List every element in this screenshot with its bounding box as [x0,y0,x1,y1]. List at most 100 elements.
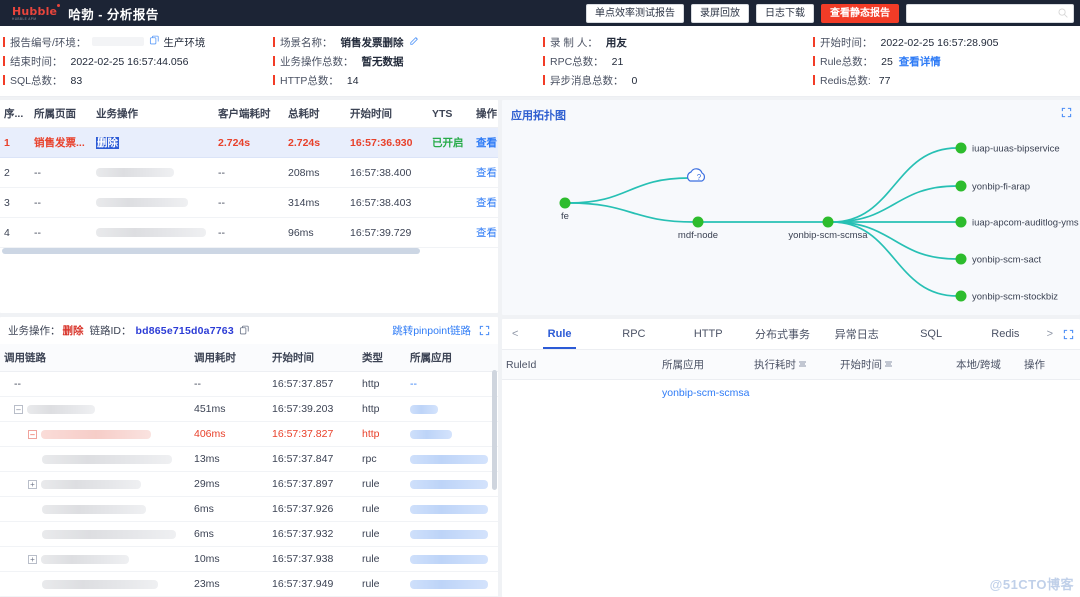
top-bar: Hubble HUBBLE APM 哈勃 - 分析报告 单点效率测试报告 录屏回… [0,0,1080,26]
topology-expand-icon[interactable] [1061,107,1072,118]
log-download-button[interactable]: 日志下载 [756,3,814,23]
search-input[interactable] [912,7,1058,19]
tab-rpc[interactable]: RPC [597,319,671,349]
table-row[interactable]: 3 -- -- 314ms 16:57:38.403 查看 [0,187,498,218]
expand-icon[interactable] [479,325,490,336]
field-value: 77 [878,75,891,87]
trace-app-cell[interactable] [406,496,498,522]
trace-app-cell[interactable] [406,521,498,547]
expand-toggle[interactable]: + [28,554,37,564]
trace-app-cell[interactable] [406,471,498,497]
trace-type-cell: http [358,396,406,422]
field-value: 14 [346,75,359,87]
topology-node[interactable]: iuap-apcom-auditlog-yms [955,216,1079,229]
rule-row[interactable]: yonbip-scm-scmsa29ms16:57:37.897本地sql详情R… [502,379,1080,597]
view-static-report-button[interactable]: 查看静态报告 [821,3,899,23]
trace-row[interactable]: 6ms 16:57:37.932 rule [0,521,498,547]
trace-name-cell [0,521,190,547]
trace-row[interactable]: +29ms 16:57:37.897 rule [0,471,498,497]
report-summary-panel: 报告编号/环境： 生产环境 场景名称： 销售发票删除 录 制 人： 用友 开始时… [0,26,1080,97]
table-cell: -- [30,157,92,188]
tab-prev-arrow[interactable]: < [508,328,522,340]
trace-app-cell[interactable]: -- [406,371,498,397]
field-label: 异步消息总数： [550,75,624,87]
search-box[interactable] [906,3,1074,23]
column-header-3: 客户端耗时 [214,100,284,128]
summary-row-1: 报告编号/环境： 生产环境 场景名称： 销售发票删除 录 制 人： 用友 开始时… [0,33,1080,52]
trace-row[interactable]: – 451ms 16:57:39.203 http [0,396,498,422]
trace-app-cell[interactable] [406,546,498,572]
trace-type-cell: rule [358,521,406,547]
topology-node[interactable]: yonbip-scm-stockbiz [955,290,1059,303]
column-header-0: 序... [0,100,30,128]
trace-app-cell[interactable] [406,446,498,472]
trace-app-cell[interactable] [406,396,498,422]
trace-start-cell: 16:57:37.847 [268,446,358,472]
tab-rule[interactable]: Rule [522,319,596,349]
field-label: SQL总数： [10,75,63,87]
field-label: RPC总数： [550,56,604,68]
business-operations-card: 序... 所属页面 业务操作 客户端耗时 总耗时 开始时间 YTS 操作 1 销售发票... 删除… [0,100,498,313]
trace-row[interactable]: – 406ms 16:57:37.827 http [0,421,498,447]
topology-node[interactable]: iuap-uuas-bipservice [955,142,1060,155]
trace-app-cell[interactable] [406,421,498,447]
field-recorder: 录 制 人： 用友 [540,35,810,50]
topology-node[interactable]: mdf-node [678,216,718,242]
column-header-3[interactable]: 开始时间 [836,350,952,380]
vertical-scrollbar[interactable] [492,370,497,490]
view-action-cell[interactable]: 查看 [472,217,498,248]
view-detail-link[interactable]: 查看详情 [899,54,941,69]
field-sql-total: SQL总数： 83 [0,73,270,88]
tab-sql[interactable]: SQL [894,319,968,349]
left-column: 序... 所属页面 业务操作 客户端耗时 总耗时 开始时间 YTS 操作 1 销售发票... 删除… [0,100,498,597]
topology-graph[interactable]: ? fe mdf-node yonbip-scm-scmsa iuap-uuas-bip… [502,100,1080,315]
copy-trace-id-icon[interactable] [239,325,250,336]
trace-app-cell[interactable] [406,571,498,597]
view-action-cell[interactable]: 查看 [472,157,498,188]
view-action-cell[interactable]: 查看 [472,187,498,218]
sort-icon[interactable] [798,359,807,372]
collapse-toggle[interactable]: – [28,429,37,439]
table-row[interactable]: 1 销售发票... 删除 2.724s 2.724s 16:57:36.930 已开启 查看 [0,127,498,158]
copy-icon[interactable] [149,35,160,46]
logo-dot-icon [57,3,61,7]
single-point-report-button[interactable]: 单点效率测试报告 [586,3,684,23]
table-row[interactable]: 4 -- -- 96ms 16:57:39.729 查看 [0,217,498,248]
rule-table: RuleId 所属应用 执行耗时 开始时间 本地/跨域 操作 yonbip-scm-scm… [502,350,1080,597]
field-value: 2022-02-25 16:57:28.905 [880,37,999,49]
collapse-toggle[interactable]: – [14,404,23,414]
trace-type-cell: http [358,371,406,397]
horizontal-scrollbar[interactable] [0,248,498,254]
rule-table-wrapper: RuleId 所属应用 执行耗时 开始时间 本地/跨域 操作 yonbip-scm-scm… [502,350,1080,597]
tab-next-arrow[interactable]: > [1043,328,1057,340]
topology-node[interactable]: fe [559,197,571,223]
topology-node[interactable]: yonbip-fi-arap [955,180,1031,193]
table-row[interactable]: 2 -- -- 208ms 16:57:38.400 查看 [0,157,498,188]
rule-app-cell[interactable]: yonbip-scm-scmsa [658,380,1080,597]
trace-row[interactable]: 6ms 16:57:37.926 rule [0,496,498,522]
view-action-cell[interactable]: 查看 [472,127,498,158]
trace-row[interactable]: -- -- 16:57:37.857 http -- [0,371,498,397]
trace-row[interactable]: +10ms 16:57:37.938 rule [0,546,498,572]
tab-分布式事务[interactable]: 分布式事务 [745,319,819,349]
trace-row[interactable]: 13ms 16:57:37.847 rpc [0,446,498,472]
column-header-2[interactable]: 执行耗时 [750,350,836,380]
table-header-row: 调用链路 调用耗时 开始时间 类型 所属应用 [0,344,498,372]
trace-type-cell: rpc [358,446,406,472]
tab-异常日志[interactable]: 异常日志 [820,319,894,349]
tab-http[interactable]: HTTP [671,319,745,349]
app-logo: Hubble HUBBLE APM [8,3,61,23]
edit-icon[interactable] [409,35,420,46]
expand-toggle[interactable]: + [28,479,37,489]
topology-edge [568,202,695,223]
topology-node[interactable]: yonbip-scm-sact [955,253,1042,266]
pinpoint-link[interactable]: 跳转pinpoint链路 [392,323,471,338]
sort-icon[interactable] [884,359,893,372]
unknown-node-icon[interactable]: ? [687,168,706,182]
svg-text:mdf-node: mdf-node [678,230,718,241]
trace-row[interactable]: 23ms 16:57:37.949 rule [0,571,498,597]
screen-replay-button[interactable]: 录屏回放 [691,3,749,23]
tabs-expand-icon[interactable] [1063,329,1074,340]
table-cell [92,187,214,218]
tab-redis[interactable]: Redis [968,319,1042,349]
